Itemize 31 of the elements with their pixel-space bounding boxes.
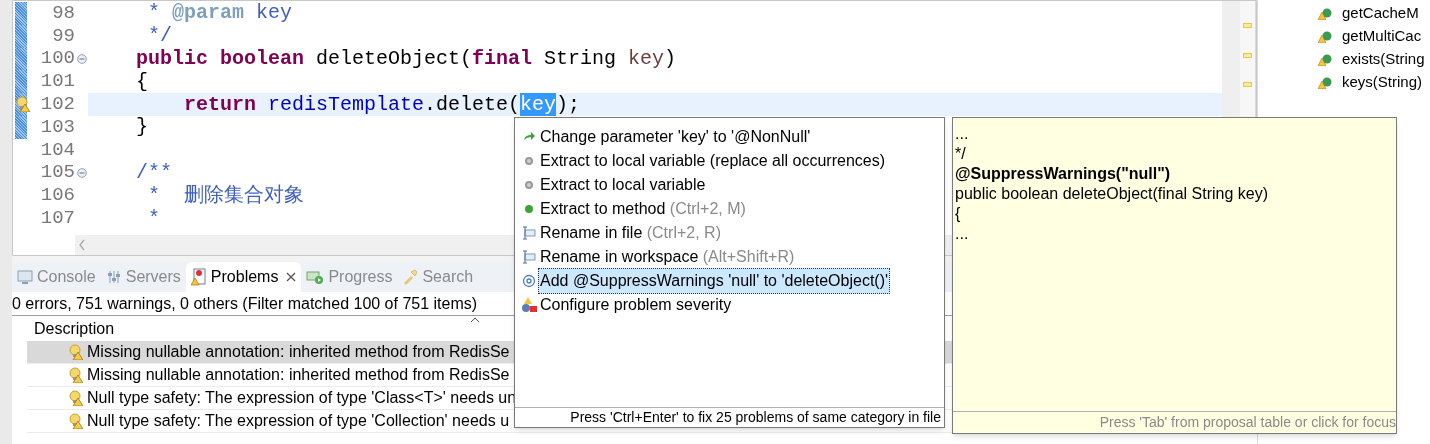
code-line: * 删除集合对象 (148, 185, 304, 206)
line-number: 99 (52, 26, 75, 46)
popup-footer: Press 'Ctrl+Enter' to fix 25 problems of same category in file (570, 407, 941, 428)
line-number: 102 (40, 95, 75, 115)
preview-line: */ (955, 144, 966, 164)
line-number: 105 (40, 163, 75, 183)
line-number: 106 (40, 186, 75, 206)
popup-footer: Press 'Tab' from proposal table or click for focus (1099, 412, 1396, 433)
problem-description: Null type safety: The expression of type 'Collection' needs u (87, 411, 510, 431)
line-number: 100 (40, 49, 75, 69)
line-number: 98 (52, 3, 75, 23)
problems-summary: 0 errors, 751 warnings, 0 others (Filter matched 100 of 751 items) (12, 293, 478, 314)
problem-description: Missing nullable annotation: inherited method from RedisSe (87, 342, 510, 362)
preview-line: public boolean deleteObject(final String key) (955, 184, 1269, 204)
code-line: /** (136, 162, 172, 183)
code-line: { (136, 71, 148, 92)
code-line: public boolean deleteObject(final String key) (136, 49, 677, 69)
line-number: 107 (40, 209, 75, 229)
code-line: * (148, 208, 160, 229)
code-line: */ (148, 26, 172, 47)
line-number: 104 (40, 140, 75, 160)
preview-line: { (955, 204, 961, 224)
preview-line: ... (955, 124, 969, 144)
code-line: } (136, 117, 148, 138)
line-number: 101 (40, 72, 75, 92)
code-line: * @param key (148, 3, 293, 24)
code-line: return redisTemplate.delete(key); (184, 94, 581, 115)
line-number: 103 (40, 117, 75, 137)
preview-line: @SuppressWarnings("null") (955, 164, 1171, 184)
problem-description: Missing nullable annotation: inherited method from RedisSe (87, 365, 510, 385)
preview-line: ... (955, 224, 969, 244)
